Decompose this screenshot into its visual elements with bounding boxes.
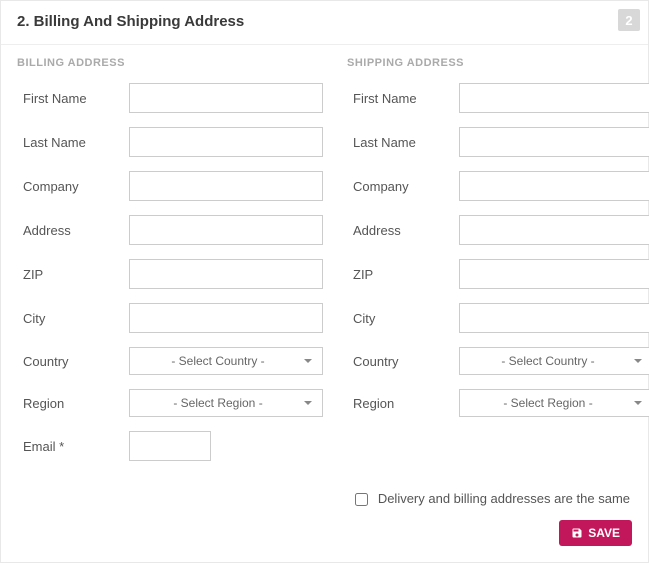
billing-region-row: Region - Select Region - bbox=[17, 389, 323, 417]
billing-last-name-label: Last Name bbox=[17, 135, 129, 150]
shipping-address-input[interactable] bbox=[459, 215, 649, 245]
billing-first-name-row: First Name bbox=[17, 83, 323, 113]
shipping-heading: SHIPPING ADDRESS bbox=[347, 57, 649, 69]
billing-zip-label: ZIP bbox=[17, 267, 129, 282]
billing-address-label: Address bbox=[17, 223, 129, 238]
shipping-last-name-label: Last Name bbox=[347, 135, 459, 150]
shipping-company-label: Company bbox=[347, 179, 459, 194]
billing-region-select[interactable]: - Select Region - bbox=[129, 389, 323, 417]
chevron-down-icon bbox=[304, 401, 312, 405]
shipping-zip-row: ZIP bbox=[347, 259, 649, 289]
shipping-region-selected: - Select Region - bbox=[503, 396, 592, 410]
shipping-region-row: Region - Select Region - bbox=[347, 389, 649, 417]
shipping-company-input[interactable] bbox=[459, 171, 649, 201]
billing-city-input[interactable] bbox=[129, 303, 323, 333]
actions-row: SAVE bbox=[17, 520, 632, 546]
chevron-down-icon bbox=[304, 359, 312, 363]
billing-first-name-label: First Name bbox=[17, 91, 129, 106]
panel-header: 2. Billing And Shipping Address 2 bbox=[1, 1, 648, 45]
save-button[interactable]: SAVE bbox=[559, 520, 632, 546]
shipping-zip-input[interactable] bbox=[459, 259, 649, 289]
billing-company-row: Company bbox=[17, 171, 323, 201]
billing-first-name-input[interactable] bbox=[129, 83, 323, 113]
billing-country-row: Country - Select Country - bbox=[17, 347, 323, 375]
chevron-down-icon bbox=[634, 401, 642, 405]
shipping-address-label: Address bbox=[347, 223, 459, 238]
billing-address-row: Address bbox=[17, 215, 323, 245]
shipping-country-row: Country - Select Country - bbox=[347, 347, 649, 375]
shipping-last-name-row: Last Name bbox=[347, 127, 649, 157]
billing-region-label: Region bbox=[17, 396, 129, 411]
billing-email-row: Email * bbox=[17, 431, 323, 461]
billing-email-input[interactable] bbox=[129, 431, 211, 461]
step-badge: 2 bbox=[618, 9, 640, 31]
billing-heading: BILLING ADDRESS bbox=[17, 57, 323, 69]
shipping-city-label: City bbox=[347, 311, 459, 326]
shipping-column: SHIPPING ADDRESS First Name Last Name Co… bbox=[347, 57, 649, 475]
billing-region-selected: - Select Region - bbox=[173, 396, 262, 410]
billing-country-select[interactable]: - Select Country - bbox=[129, 347, 323, 375]
shipping-country-selected: - Select Country - bbox=[501, 354, 594, 368]
shipping-zip-label: ZIP bbox=[347, 267, 459, 282]
billing-address-input[interactable] bbox=[129, 215, 323, 245]
shipping-country-label: Country bbox=[347, 354, 459, 369]
billing-country-selected: - Select Country - bbox=[171, 354, 264, 368]
shipping-region-label: Region bbox=[347, 396, 459, 411]
shipping-first-name-label: First Name bbox=[347, 91, 459, 106]
shipping-address-row: Address bbox=[347, 215, 649, 245]
chevron-down-icon bbox=[634, 359, 642, 363]
shipping-company-row: Company bbox=[347, 171, 649, 201]
billing-last-name-row: Last Name bbox=[17, 127, 323, 157]
shipping-city-row: City bbox=[347, 303, 649, 333]
billing-city-row: City bbox=[17, 303, 323, 333]
shipping-first-name-input[interactable] bbox=[459, 83, 649, 113]
panel-body: BILLING ADDRESS First Name Last Name Com… bbox=[1, 45, 648, 562]
billing-zip-row: ZIP bbox=[17, 259, 323, 289]
shipping-first-name-row: First Name bbox=[347, 83, 649, 113]
shipping-city-input[interactable] bbox=[459, 303, 649, 333]
billing-country-label: Country bbox=[17, 354, 129, 369]
same-address-checkbox[interactable] bbox=[355, 493, 368, 506]
billing-company-input[interactable] bbox=[129, 171, 323, 201]
billing-column: BILLING ADDRESS First Name Last Name Com… bbox=[17, 57, 323, 475]
billing-company-label: Company bbox=[17, 179, 129, 194]
billing-city-label: City bbox=[17, 311, 129, 326]
panel-title: 2. Billing And Shipping Address bbox=[17, 13, 632, 30]
billing-shipping-panel: 2. Billing And Shipping Address 2 BILLIN… bbox=[0, 0, 649, 563]
shipping-country-select[interactable]: - Select Country - bbox=[459, 347, 649, 375]
save-button-label: SAVE bbox=[588, 526, 620, 540]
save-icon bbox=[571, 527, 583, 539]
same-address-row: Delivery and billing addresses are the s… bbox=[17, 491, 632, 506]
billing-email-label: Email * bbox=[17, 439, 129, 454]
billing-last-name-input[interactable] bbox=[129, 127, 323, 157]
same-address-label: Delivery and billing addresses are the s… bbox=[378, 491, 630, 506]
shipping-last-name-input[interactable] bbox=[459, 127, 649, 157]
billing-zip-input[interactable] bbox=[129, 259, 323, 289]
shipping-region-select[interactable]: - Select Region - bbox=[459, 389, 649, 417]
